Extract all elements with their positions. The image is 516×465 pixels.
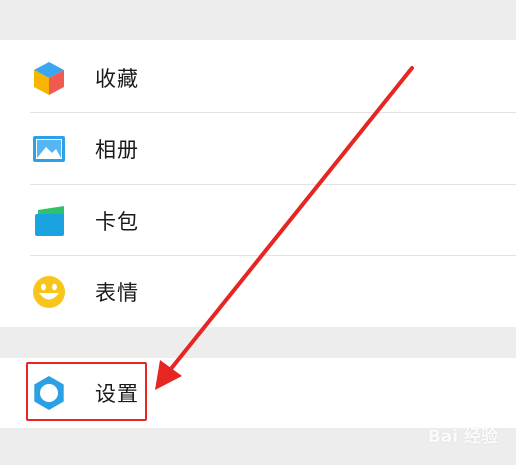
settings-highlight-box <box>26 362 147 421</box>
section-gap <box>0 327 516 358</box>
emoji-smile-icon <box>33 276 65 308</box>
menu-item-album[interactable]: 相册 <box>0 113 516 185</box>
menu-item-label: 表情 <box>95 281 139 305</box>
favorites-cube-icon <box>34 62 64 95</box>
menu-item-label: 卡包 <box>95 210 139 234</box>
album-picture-icon <box>33 136 65 162</box>
menu-item-label: 相册 <box>95 138 139 162</box>
menu-item-card-wallet[interactable]: 卡包 <box>0 185 516 257</box>
menu-item-label: 收藏 <box>95 67 139 91</box>
top-gap <box>0 0 516 40</box>
menu-item-favorites[interactable]: 收藏 <box>0 42 516 114</box>
watermark: Bai 经验 <box>427 427 498 447</box>
menu-item-emoji[interactable]: 表情 <box>0 256 516 328</box>
card-wallet-icon <box>35 206 64 236</box>
menu-group-main: 收藏 相册 卡包 表情 <box>0 40 516 327</box>
